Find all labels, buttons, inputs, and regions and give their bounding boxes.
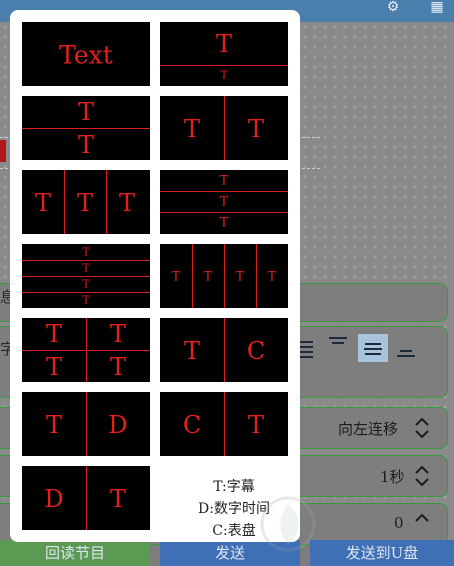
layout-option-clock-text[interactable]: C T <box>160 392 288 456</box>
send-to-usb-button[interactable]: 发送到U盘 <box>310 540 454 566</box>
divider-line <box>192 244 193 308</box>
align-top-icon[interactable] <box>326 332 352 358</box>
canvas-text-fragment <box>0 140 6 162</box>
divider-line <box>160 65 288 66</box>
tile-label: T <box>77 131 95 159</box>
stepper-chevrons-icon[interactable] <box>412 461 432 491</box>
tile-label: T <box>219 215 229 231</box>
divider-line <box>22 350 150 351</box>
divider-line <box>86 392 87 456</box>
align-bottom-icon[interactable] <box>394 340 420 366</box>
layout-option-text-digital-time[interactable]: T D <box>22 392 150 456</box>
read-program-button[interactable]: 回读节目 <box>0 540 150 566</box>
tile-label: T <box>82 261 90 275</box>
tile-label: T <box>45 353 63 381</box>
tile-label: C <box>246 337 266 365</box>
divider-line <box>256 244 257 308</box>
divider-line <box>224 244 225 308</box>
tile-label: T <box>82 293 90 307</box>
tile-label: T <box>76 189 94 217</box>
tile-label: T <box>77 98 95 126</box>
divider-line <box>86 466 87 530</box>
layout-option-single[interactable]: Text <box>22 22 150 86</box>
stepper-chevrons-icon[interactable] <box>412 509 432 539</box>
layout-option-text-clock[interactable]: T C <box>160 318 288 382</box>
divider-line <box>64 170 65 234</box>
tile-label: T <box>203 269 213 285</box>
tile-label: T <box>215 30 233 58</box>
tile-label: T <box>82 277 90 291</box>
tile-label: T <box>247 411 265 439</box>
tile-label: T <box>82 245 90 259</box>
tile-text-label: Text <box>59 40 113 70</box>
layout-option-three-columns[interactable]: T T T <box>22 170 150 234</box>
tile-label: T <box>45 411 63 439</box>
tile-label: D <box>44 485 64 513</box>
number-value: 0 <box>394 514 404 532</box>
divider-line <box>106 170 107 234</box>
tile-label: T <box>183 115 201 143</box>
tile-label: T <box>118 189 136 217</box>
scroll-mode-value: 向左连移 <box>338 420 399 438</box>
divider-line <box>22 128 150 129</box>
tile-label: C <box>182 411 202 439</box>
divider-line <box>224 392 225 456</box>
layout-option-top-large[interactable]: T T <box>160 22 288 86</box>
tile-label: T <box>235 269 245 285</box>
tile-label: T <box>34 189 52 217</box>
layout-option-grid-2x2[interactable]: T T T T <box>22 318 150 382</box>
layout-option-two-columns[interactable]: T T <box>160 96 288 160</box>
tile-label: T <box>183 337 201 365</box>
layout-option-digital-time-text[interactable]: D T <box>22 466 150 530</box>
tile-label: T <box>220 68 228 82</box>
layout-option-two-rows[interactable]: T T <box>22 96 150 160</box>
divider-line <box>160 212 288 213</box>
settings-icon[interactable]: ⚙ <box>384 0 402 14</box>
tile-label: T <box>219 173 229 189</box>
layout-option-three-rows[interactable]: T T T <box>160 170 288 234</box>
divider-line <box>160 191 288 192</box>
tile-label: T <box>109 353 127 381</box>
grid-view-icon[interactable]: ▦ <box>428 0 446 14</box>
tile-label: T <box>109 485 127 513</box>
watermark-logo-icon <box>260 496 316 552</box>
tile-label: D <box>108 411 128 439</box>
tile-label: T <box>45 320 63 348</box>
tile-label: T <box>267 269 277 285</box>
divider-line <box>224 318 225 382</box>
layout-option-four-columns[interactable]: T T T T <box>160 244 288 308</box>
tile-label: T <box>219 194 229 210</box>
layout-picker-dialog: Text T T T T T T T T T T T T T T T T T T… <box>10 10 300 542</box>
tile-label: T <box>247 115 265 143</box>
layout-option-four-rows[interactable]: T T T T <box>22 244 150 308</box>
tile-label: T <box>171 269 181 285</box>
stepper-chevrons-icon[interactable] <box>412 413 432 443</box>
divider-line <box>224 96 225 160</box>
align-middle-icon[interactable] <box>360 335 386 361</box>
tile-label: T <box>109 320 127 348</box>
duration-value: 1秒 <box>380 468 405 486</box>
